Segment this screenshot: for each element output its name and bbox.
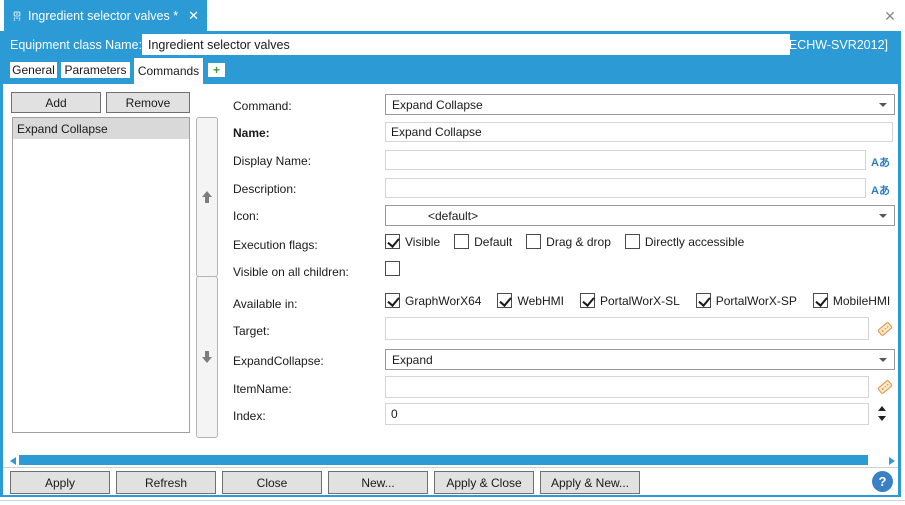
display-name-label: Display Name: — [233, 154, 311, 168]
dialog-border-right — [898, 31, 901, 497]
checkbox-box[interactable] — [625, 234, 640, 249]
checkbox-default[interactable]: Default — [454, 234, 512, 249]
index-label: Index: — [233, 409, 266, 423]
tab-parameters[interactable]: Parameters — [61, 62, 130, 78]
spin-up-icon[interactable] — [878, 406, 886, 411]
name-input[interactable] — [385, 122, 893, 142]
equipment-class-icon — [12, 9, 22, 23]
commands-tab-content: Add Remove Expand Collapse Command: — [3, 84, 898, 455]
target-label: Target: — [233, 324, 270, 338]
checkbox-directly-accessible[interactable]: Directly accessible — [625, 234, 744, 249]
dialog-border-left — [0, 31, 3, 497]
available-in-label: Available in: — [233, 297, 298, 311]
document-tab-ingredient-selector-valves[interactable]: Ingredient selector valves * ✕ — [4, 0, 207, 31]
checkbox-drag-drop[interactable]: Drag & drop — [526, 234, 611, 249]
scroll-right-icon[interactable] — [889, 457, 895, 465]
expandcollapse-value: Expand — [392, 353, 433, 367]
checkbox-graphworx64[interactable]: GraphWorX64 — [385, 293, 481, 308]
add-command-button[interactable]: Add — [11, 92, 101, 113]
spin-down-icon[interactable] — [878, 416, 886, 421]
equipment-name-header: Equipment class Name: [TECHW-SVR2012] — [0, 31, 898, 58]
visible-on-all-children-label: Visible on all children: — [233, 265, 349, 279]
server-badge: [TECHW-SVR2012] — [778, 31, 888, 58]
footer-button-bar: Apply Refresh Close New... Apply & Close… — [0, 467, 898, 495]
display-name-input[interactable] — [385, 150, 866, 170]
document-tab-close-icon[interactable]: ✕ — [188, 8, 199, 24]
checkbox-box[interactable] — [696, 293, 711, 308]
checkbox-box[interactable] — [526, 234, 541, 249]
equipment-class-dialog: Ingredient selector valves * ✕ ✕ Equipme… — [0, 0, 905, 497]
checkbox-box[interactable] — [580, 293, 595, 308]
tab-commands[interactable]: Commands — [134, 58, 203, 84]
execution-flags-group: Visible Default Drag & drop Directly acc… — [385, 234, 744, 249]
tag-browse-icon[interactable] — [876, 378, 894, 396]
document-tab-title: Ingredient selector valves * — [28, 9, 178, 23]
checkbox-box[interactable] — [497, 293, 512, 308]
checkbox-box[interactable] — [385, 293, 400, 308]
tag-browse-icon[interactable] — [876, 320, 894, 338]
checkbox-box[interactable] — [385, 234, 400, 249]
visible-on-all-children-group — [385, 261, 400, 276]
close-button[interactable]: Close — [222, 471, 322, 494]
checkbox-portalworx-sl[interactable]: PortalWorX-SL — [580, 293, 680, 308]
commands-list[interactable]: Expand Collapse — [12, 117, 190, 433]
equipment-class-name-input[interactable] — [142, 34, 790, 55]
help-icon[interactable]: ? — [872, 471, 893, 492]
new-button[interactable]: New... — [328, 471, 428, 494]
document-tab-strip: Ingredient selector valves * ✕ ✕ — [0, 0, 905, 31]
index-stepper — [878, 406, 886, 421]
chevron-down-icon — [879, 358, 887, 362]
reorder-strip — [196, 117, 218, 438]
expandcollapse-combobox[interactable]: Expand — [385, 349, 895, 370]
checkbox-mobilehmi[interactable]: MobileHMI — [813, 293, 890, 308]
index-input[interactable] — [385, 403, 869, 425]
arrow-up-icon — [199, 189, 215, 205]
description-input[interactable] — [385, 178, 866, 198]
checkbox-box[interactable] — [813, 293, 828, 308]
window-close-icon[interactable]: ✕ — [880, 6, 900, 26]
dialog-border-bottom — [0, 495, 901, 497]
localize-icon[interactable]: Aあ — [871, 154, 890, 170]
checkbox-visible-on-all-children[interactable] — [385, 261, 400, 276]
icon-combobox[interactable]: <default> — [385, 205, 895, 226]
icon-label: Icon: — [233, 209, 259, 223]
command-combobox[interactable]: Expand Collapse — [385, 94, 895, 115]
add-tab-button[interactable]: + — [208, 63, 225, 77]
checkbox-visible[interactable]: Visible — [385, 234, 440, 249]
itemname-input[interactable] — [385, 376, 869, 398]
tab-general[interactable]: General — [10, 62, 57, 78]
execution-flags-label: Execution flags: — [233, 238, 318, 252]
itemname-label: ItemName: — [233, 382, 292, 396]
description-label: Description: — [233, 182, 296, 196]
apply-new-button[interactable]: Apply & New... — [540, 471, 640, 494]
checkbox-portalworx-sp[interactable]: PortalWorX-SP — [696, 293, 797, 308]
icon-value: <default> — [428, 209, 478, 223]
chevron-down-icon — [879, 214, 887, 218]
apply-close-button[interactable]: Apply & Close — [434, 471, 534, 494]
move-down-button[interactable] — [196, 276, 218, 438]
list-item-expand-collapse[interactable]: Expand Collapse — [13, 118, 189, 139]
arrow-down-icon — [199, 349, 215, 365]
background-edge-line — [0, 500, 905, 501]
localize-icon[interactable]: Aあ — [871, 182, 890, 198]
name-label: Name: — [233, 126, 270, 140]
scrollbar-thumb[interactable] — [19, 455, 868, 465]
apply-button[interactable]: Apply — [10, 471, 110, 494]
remove-command-button[interactable]: Remove — [106, 92, 190, 113]
command-value: Expand Collapse — [392, 98, 483, 112]
expandcollapse-label: ExpandCollapse: — [233, 354, 324, 368]
scroll-left-icon[interactable] — [10, 457, 16, 465]
equipment-class-name-label: Equipment class Name: — [10, 31, 142, 58]
chevron-down-icon — [879, 103, 887, 107]
refresh-button[interactable]: Refresh — [116, 471, 216, 494]
checkbox-box[interactable] — [454, 234, 469, 249]
move-up-button[interactable] — [196, 117, 218, 277]
horizontal-scrollbar[interactable] — [0, 453, 905, 467]
tab-bar: General Parameters Commands + — [0, 58, 898, 84]
checkbox-webhmi[interactable]: WebHMI — [497, 293, 563, 308]
screen: Ingredient selector valves * ✕ ✕ Equipme… — [0, 0, 905, 505]
available-in-group: GraphWorX64 WebHMI PortalWorX-SL PortalW… — [385, 293, 890, 308]
target-input[interactable] — [385, 317, 869, 340]
command-label: Command: — [233, 99, 292, 113]
